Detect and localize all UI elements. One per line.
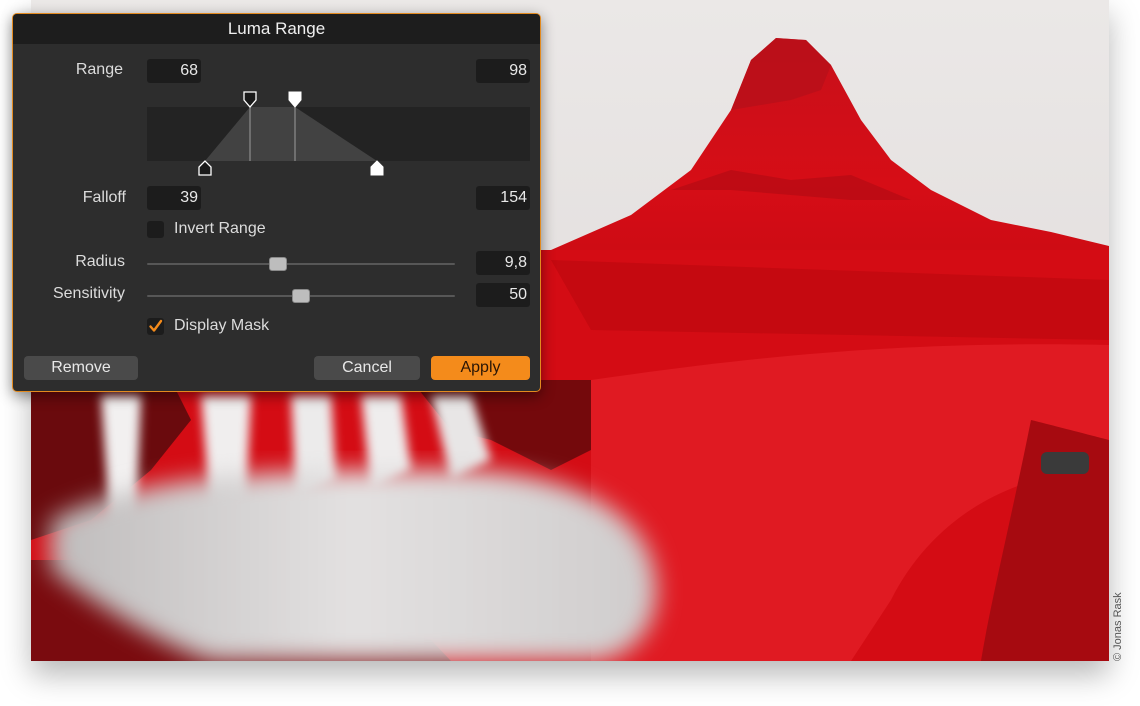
range-min-handle-icon[interactable] xyxy=(243,91,257,108)
falloff-max-field[interactable]: 154 xyxy=(476,186,530,210)
radius-label: Radius xyxy=(75,253,125,270)
falloff-min-field[interactable]: 39 xyxy=(147,186,201,210)
falloff-label: Falloff xyxy=(82,189,126,206)
radius-slider-track[interactable] xyxy=(147,263,455,265)
luma-range-handles xyxy=(198,91,384,176)
radius-slider-thumb[interactable] xyxy=(268,257,287,271)
range-max-handle-icon[interactable] xyxy=(288,91,302,108)
cancel-button[interactable]: Cancel xyxy=(314,356,420,380)
radius-field[interactable]: 9,8 xyxy=(476,251,530,275)
apply-button[interactable]: Apply xyxy=(431,356,530,380)
display-mask-checkbox[interactable] xyxy=(147,318,164,335)
display-mask-label: Display Mask xyxy=(174,317,270,334)
falloff-max-handle-icon[interactable] xyxy=(370,160,384,176)
luma-range-dialog: Luma Range Range 68 98 Falloff 39 154 In… xyxy=(12,13,541,392)
photo-credit: © Jonas Rask xyxy=(1112,592,1124,661)
remove-button[interactable]: Remove xyxy=(24,356,138,380)
invert-range-checkbox[interactable] xyxy=(147,221,164,238)
range-curve xyxy=(205,107,377,161)
sensitivity-slider-thumb[interactable] xyxy=(292,289,310,303)
falloff-min-handle-icon[interactable] xyxy=(198,160,212,176)
checkmark-icon xyxy=(149,319,163,332)
sensitivity-label: Sensitivity xyxy=(52,285,125,302)
sensitivity-field[interactable]: 50 xyxy=(476,283,530,307)
invert-range-label: Invert Range xyxy=(174,220,266,237)
